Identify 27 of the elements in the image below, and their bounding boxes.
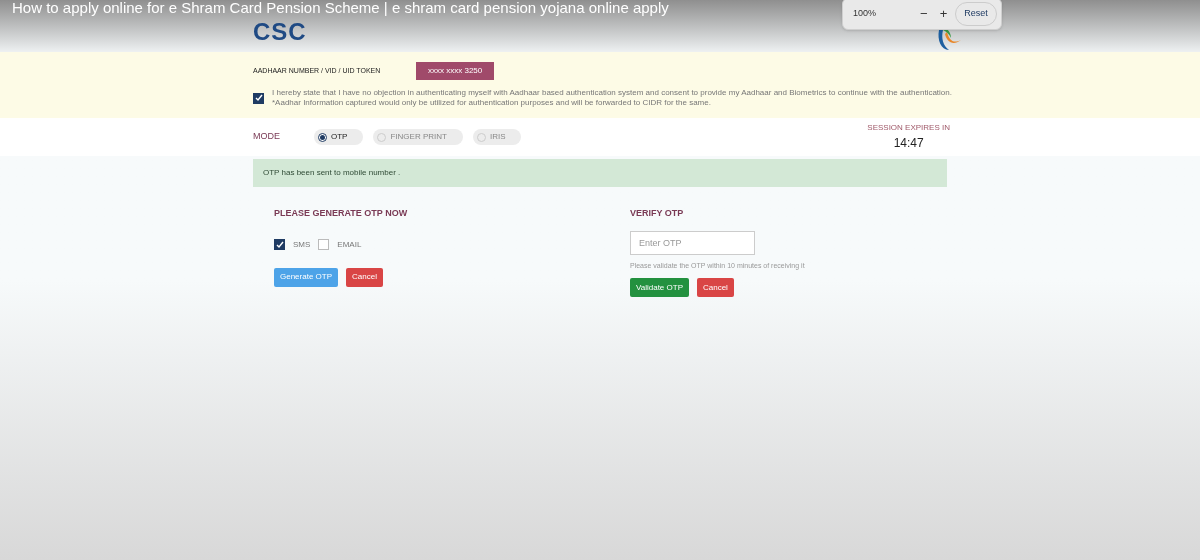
checkbox[interactable] xyxy=(253,92,264,104)
zoom-level: 100% xyxy=(853,7,877,21)
alert-text: OTP has been sent to mobile number . xyxy=(263,167,401,179)
mode-label: MODE xyxy=(253,130,281,144)
checkbox[interactable] xyxy=(274,239,285,250)
checkbox[interactable] xyxy=(318,239,330,250)
cancel-button[interactable]: Cancel xyxy=(697,278,734,297)
consent-note: *Aadhar Information captured would only be utilized for authentication purposes and will be forwarded to CIDR for the same. xyxy=(272,98,712,108)
consent-text: I hereby state that I have no objection in authenticating myself with Aadhaar based authentication system and consent to provide my Aadhaar and Biometrics to continue with the authentication. xyxy=(272,88,952,98)
mode-option[interactable]: OTP xyxy=(314,129,364,145)
session-timer: 14:47 xyxy=(893,135,924,152)
aadhaar-value: xxxx xxxx 3250 xyxy=(416,62,495,80)
zoom-in-button[interactable]: + xyxy=(939,4,948,24)
zoom-out-button[interactable]: − xyxy=(920,4,928,24)
generate-otp-button[interactable]: Generate OTP xyxy=(274,267,339,287)
checkbox-label: EMAIL xyxy=(337,238,362,251)
validate-otp-button[interactable]: Validate OTP xyxy=(630,278,689,297)
mode-option[interactable]: IRIS xyxy=(472,129,522,145)
section-title: PLEASE GENERATE OTP NOW xyxy=(274,207,409,220)
video-title: How to apply online for e Shram Card Pension Scheme | e shram card pension yojana online apply xyxy=(12,0,669,16)
session-label: SESSION EXPIRES IN xyxy=(867,122,950,134)
mode-option[interactable]: FINGER PRINT xyxy=(373,129,463,145)
checkbox-label: SMS xyxy=(293,238,311,251)
logo: CSC xyxy=(253,19,307,45)
cancel-button[interactable]: Cancel xyxy=(346,267,383,287)
section-title: VERIFY OTP xyxy=(630,207,685,220)
otp-input[interactable]: Enter OTP xyxy=(630,230,755,255)
